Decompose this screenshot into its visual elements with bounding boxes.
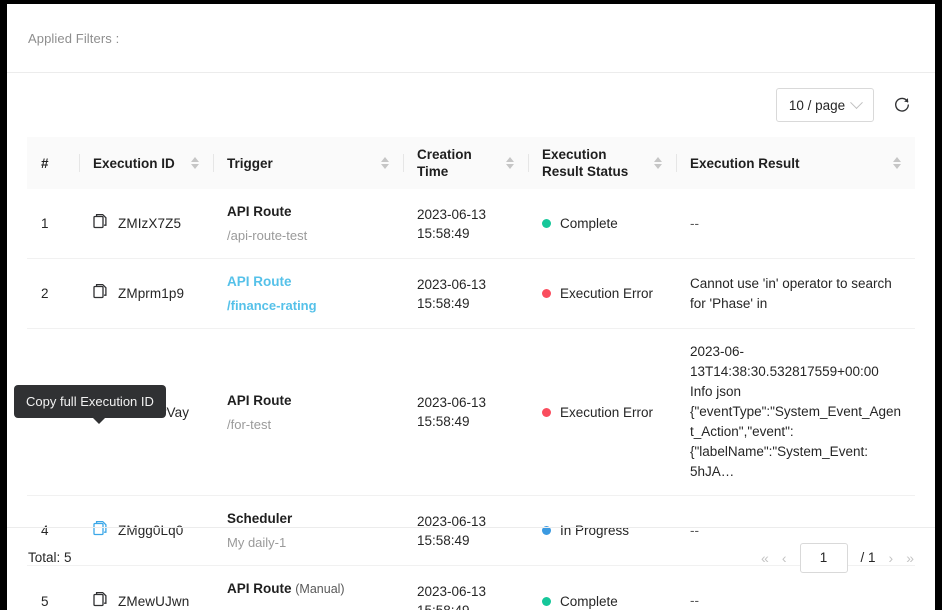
chevron-down-icon: [850, 96, 863, 109]
trigger-title: Scheduler: [227, 509, 389, 528]
cell-creation-time: 2023-06-13 15:58:49: [403, 259, 528, 329]
cell-execution-id: ZMIzX7Z5: [79, 189, 213, 259]
column-label-index: #: [41, 155, 49, 172]
cell-trigger: API Route/for-test: [213, 329, 403, 496]
execution-result-text: 2023-06-13T14:38:30.532817559+00:00 Info…: [690, 342, 901, 482]
sort-toggle-creation-time[interactable]: [506, 157, 514, 169]
status-dot: [542, 289, 551, 298]
column-header-trigger[interactable]: Trigger: [213, 137, 403, 189]
copy-execution-id-button[interactable]: [93, 283, 108, 304]
column-label-execution-id: Execution ID: [93, 155, 175, 172]
total-pages-label: / 1: [861, 550, 876, 565]
status-label: Execution Error: [560, 284, 653, 303]
cell-execution-result: --: [676, 189, 915, 259]
copy-execution-id-button[interactable]: [93, 213, 108, 234]
cell-trigger: API Route/finance-rating: [213, 259, 403, 329]
cell-trigger: API Route/api-route-test: [213, 189, 403, 259]
table-row[interactable]: 2 ZMprm1p9 API Route/finance-rating 2023-06…: [27, 259, 915, 329]
applied-filters-bar: Applied Filters :: [7, 4, 935, 73]
cell-result-status: Execution Error: [528, 329, 676, 496]
applied-filters-label: Applied Filters :: [28, 31, 119, 46]
execution-id-text: ZMIzX7Z5: [118, 214, 181, 233]
execution-result-text: --: [690, 591, 901, 610]
status-dot: [542, 408, 551, 417]
cell-result-status: Complete: [528, 189, 676, 259]
trigger-subtitle[interactable]: /finance-rating: [227, 296, 389, 315]
column-label-creation-time: Creation Time: [417, 146, 472, 180]
status-dot: [542, 219, 551, 228]
column-header-execution-result[interactable]: Execution Result: [676, 137, 915, 189]
cell-result-status: Execution Error: [528, 259, 676, 329]
column-header-execution-id[interactable]: Execution ID: [79, 137, 213, 189]
execution-id-text: ZMprm1p9: [118, 284, 184, 303]
execution-result-text: --: [690, 214, 901, 234]
sort-toggle-trigger[interactable]: [381, 157, 389, 169]
creation-time-text: 2023-06-13 15:58:49: [417, 275, 514, 313]
execution-result-text: Cannot use 'in' operator to search for '…: [690, 274, 901, 314]
status-label: Execution Error: [560, 403, 653, 422]
creation-time-text: 2023-06-13 15:58:49: [417, 393, 514, 431]
sort-toggle-result-status[interactable]: [654, 157, 662, 169]
first-page-icon[interactable]: «: [761, 551, 769, 565]
sort-toggle-execution-result[interactable]: [893, 157, 901, 169]
column-header-creation-time[interactable]: Creation Time: [403, 137, 528, 189]
refresh-icon: [893, 96, 911, 114]
page-number-input[interactable]: [800, 543, 848, 573]
trigger-subtitle: /api-route-test: [227, 226, 389, 245]
table-header-row: # Execution ID Trigger: [27, 137, 915, 189]
cell-execution-id: ZMprm1p9: [79, 259, 213, 329]
cell-index: 2: [27, 259, 79, 329]
page-size-select[interactable]: 10 / page: [776, 88, 874, 122]
status-dot: [542, 597, 551, 606]
prev-page-icon[interactable]: ‹: [782, 551, 787, 565]
copy-execution-id-tooltip: Copy full Execution ID: [14, 385, 166, 418]
total-count-label: Total: 5: [28, 550, 72, 565]
column-label-execution-result: Execution Result: [690, 155, 800, 172]
creation-time-text: 2023-06-13 15:58:49: [417, 205, 514, 243]
last-page-icon[interactable]: »: [906, 551, 914, 565]
refresh-button[interactable]: [890, 93, 914, 117]
table-footer: Total: 5 « ‹ / 1 › »: [7, 527, 935, 587]
cell-execution-result: 2023-06-13T14:38:30.532817559+00:00 Info…: [676, 329, 915, 496]
trigger-title: API Route: [227, 391, 389, 410]
execution-id-text: ZMewUJwn: [118, 592, 189, 610]
cell-creation-time: 2023-06-13 15:58:49: [403, 189, 528, 259]
cell-index: 1: [27, 189, 79, 259]
table-row[interactable]: 1 ZMIzX7Z5 API Route/api-route-test 2023-06…: [27, 189, 915, 259]
column-header-index: #: [27, 137, 79, 189]
pagination: « ‹ / 1 › »: [761, 543, 914, 573]
trigger-subtitle: /for-test: [227, 415, 389, 434]
status-label: Complete: [560, 592, 618, 610]
copy-execution-id-button[interactable]: [93, 591, 108, 610]
column-header-result-status[interactable]: Execution Result Status: [528, 137, 676, 189]
page-size-value: 10 / page: [789, 98, 845, 113]
column-label-result-status: Execution Result Status: [542, 146, 628, 180]
tooltip-text: Copy full Execution ID: [26, 394, 154, 409]
table-header: # Execution ID Trigger: [27, 137, 915, 189]
next-page-icon[interactable]: ›: [889, 551, 894, 565]
table-toolbar: 10 / page: [7, 73, 935, 137]
cell-creation-time: 2023-06-13 15:58:49: [403, 329, 528, 496]
column-label-trigger: Trigger: [227, 155, 273, 172]
trigger-title: API Route: [227, 202, 389, 221]
trigger-title[interactable]: API Route: [227, 272, 389, 291]
copy-icon[interactable]: [93, 213, 108, 229]
sort-toggle-execution-id[interactable]: [191, 157, 199, 169]
copy-icon[interactable]: [93, 283, 108, 299]
status-label: Complete: [560, 214, 618, 233]
copy-icon[interactable]: [93, 591, 108, 607]
cell-execution-result: Cannot use 'in' operator to search for '…: [676, 259, 915, 329]
trigger-subtitle: --: [227, 604, 389, 610]
execution-history-panel: Applied Filters : 10 / page: [7, 4, 935, 610]
